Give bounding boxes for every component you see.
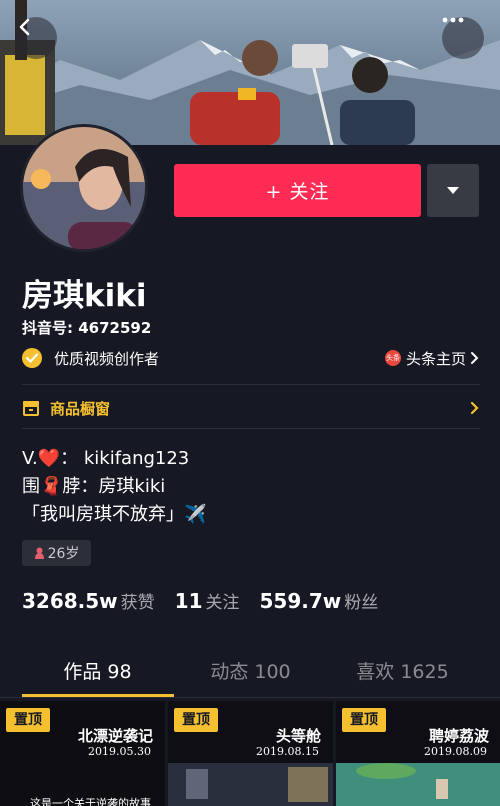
divider (22, 384, 480, 385)
more-options-button[interactable] (442, 17, 484, 59)
chevron-right-icon (471, 352, 479, 364)
video-title: 聘婷荔波 (428, 727, 489, 745)
cover-photo (0, 0, 500, 145)
video-thumbnail[interactable]: 置顶 北漂逆袭记 2019.05.30 这是一个关于逆袭的故事 (0, 701, 165, 806)
tab-works[interactable]: 作品 98 (14, 650, 181, 698)
followers-count[interactable]: 559.7w (260, 589, 342, 613)
recommend-dropdown-button[interactable] (427, 164, 479, 217)
follow-button[interactable]: + 关注 (174, 164, 421, 217)
video-title: 头等舱 (275, 727, 321, 745)
following-count[interactable]: 11 (175, 589, 203, 613)
chevron-left-icon (19, 18, 30, 36)
likes-label: 获赞 (120, 593, 155, 613)
stats-row: 3268.5w 获赞 11 关注 559.7w 粉丝 (22, 588, 398, 613)
creator-badge-label: 优质视频创作者 (54, 349, 160, 368)
video-thumbnail[interactable]: 置顶 头等舱 2019.08.15 (168, 701, 333, 806)
bio-line: 围🧣脖：房琪kiki (22, 476, 166, 497)
avatar[interactable] (20, 124, 148, 252)
age-label: 26岁 (47, 546, 80, 562)
profile-cover-banner (0, 0, 500, 145)
age-tag: 26岁 (22, 540, 91, 566)
douyin-id: 抖音号: 4672592 (22, 319, 152, 337)
video-date: 2019.08.15 (256, 745, 319, 758)
video-date: 2019.05.30 (88, 745, 151, 758)
female-icon (34, 547, 44, 559)
shop-icon (23, 401, 39, 416)
back-button[interactable] (15, 17, 57, 59)
content-tabs: 作品 98 动态 100 喜欢 1625 (0, 650, 500, 698)
video-date: 2019.08.09 (424, 745, 487, 758)
video-title: 北漂逆袭记 (77, 727, 153, 745)
tab-moments[interactable]: 动态 100 (167, 650, 334, 698)
toutiao-icon: 头条 (384, 350, 401, 366)
chevron-right-icon (470, 401, 479, 415)
divider (22, 428, 480, 429)
bio-line: V.❤️： kikifang123 (22, 448, 190, 469)
video-thumbnail[interactable]: 置顶 聘婷荔波 2019.08.09 (336, 701, 500, 806)
followers-label[interactable]: 粉丝 (344, 588, 378, 613)
bio-line: 「我叫房琪不放弃」✈️ (22, 504, 207, 525)
pinned-badge: 置顶 (342, 708, 386, 732)
pinned-badge: 置顶 (6, 708, 50, 732)
nickname: 房琪kiki (22, 278, 147, 314)
triangle-down-icon (447, 187, 459, 194)
shop-window-row[interactable]: 商品橱窗 (22, 394, 480, 422)
shop-window-label: 商品橱窗 (50, 399, 111, 418)
check-badge-icon (22, 348, 42, 368)
likes-count: 3268.5w (22, 589, 118, 613)
more-horizontal-icon (442, 17, 464, 23)
creator-badge-row: 优质视频创作者 头条 头条主页 (22, 345, 480, 371)
following-label[interactable]: 关注 (206, 588, 240, 613)
avatar-photo (23, 127, 145, 249)
toutiao-label: 头条主页 (405, 349, 466, 368)
pinned-badge: 置顶 (174, 708, 218, 732)
video-caption: 这是一个关于逆袭的故事 (30, 797, 151, 806)
tab-likes[interactable]: 喜欢 1625 (319, 650, 486, 698)
toutiao-homepage-link[interactable]: 头条 头条主页 (384, 348, 480, 369)
active-tab-indicator (22, 694, 174, 697)
